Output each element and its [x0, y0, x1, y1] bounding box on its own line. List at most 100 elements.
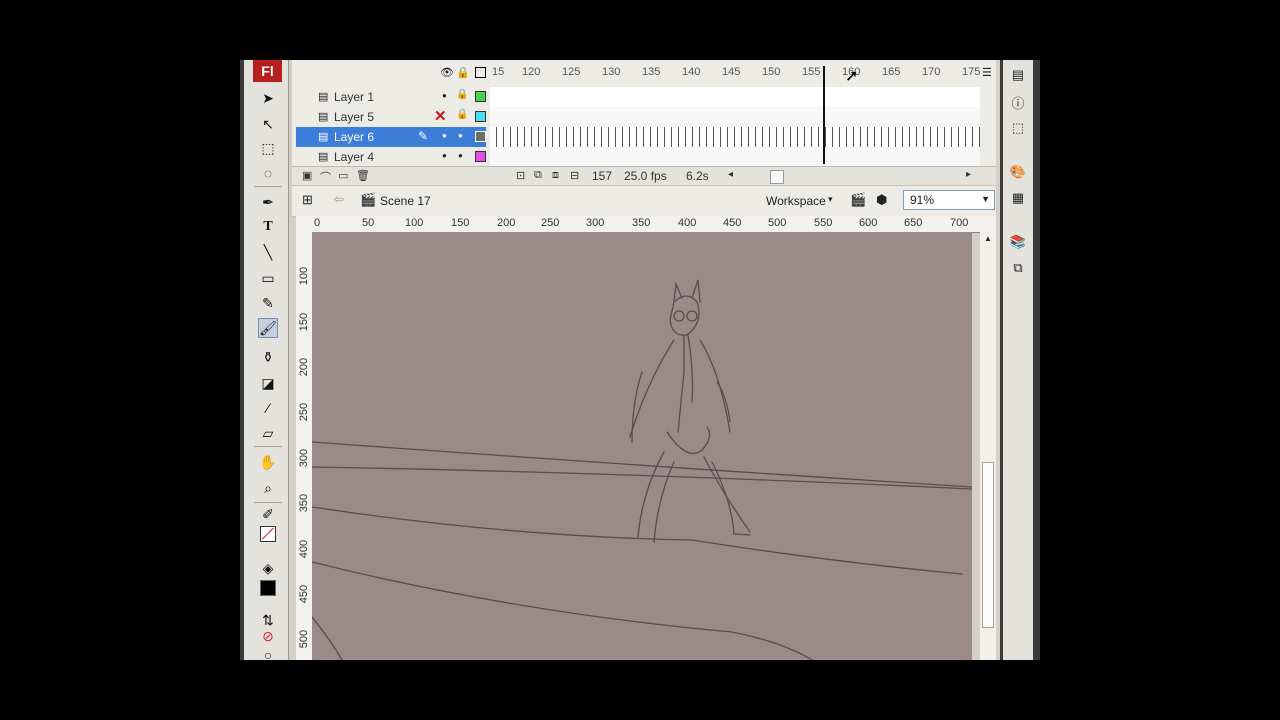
layer-row[interactable]: ▤ Layer 4 ● ●: [292, 147, 996, 168]
edit-multiple-icon[interactable]: ⊟: [570, 169, 579, 182]
edit-scene-icon[interactable]: 🎬: [850, 192, 866, 208]
stroke-color-icon[interactable]: ✐: [258, 504, 278, 524]
stage-vertical-scrollbar[interactable]: ▲: [980, 232, 996, 660]
stroke-swatch-icon[interactable]: [258, 524, 278, 544]
frame-track[interactable]: [490, 147, 980, 168]
brush-tool-icon[interactable]: 🖌: [258, 318, 278, 338]
layer-name[interactable]: Layer 4: [334, 150, 374, 164]
motion-guide-icon[interactable]: ⌒: [320, 169, 331, 185]
layer-row-selected[interactable]: ▤ Layer 6 ✎ ● ●: [292, 127, 996, 148]
color-palette-icon[interactable]: 🎨: [1009, 163, 1027, 181]
outline-icon[interactable]: [475, 67, 486, 78]
components-icon[interactable]: ⧉: [1009, 259, 1027, 277]
horizontal-ruler: 0 50 100 150 200 250 300 350 400 450 500…: [312, 216, 996, 233]
lock-icon[interactable]: 🔒: [456, 109, 468, 120]
edit-symbols-icon[interactable]: ⬢: [876, 192, 887, 208]
stage-scroll-thumb[interactable]: [982, 462, 994, 628]
zoom-tool-icon[interactable]: ⌕: [258, 478, 278, 498]
hidden-x-icon[interactable]: ✕: [434, 107, 447, 125]
onion-outline-icon[interactable]: ⧈: [552, 169, 559, 182]
properties-icon[interactable]: ▤: [1009, 66, 1027, 84]
eyedropper-tool-icon[interactable]: ⁄: [258, 398, 278, 418]
scene-label[interactable]: Scene 17: [380, 194, 431, 208]
fill-swatch-icon[interactable]: [258, 578, 278, 598]
frame-track[interactable]: [490, 107, 980, 128]
ruler-number: 650: [904, 217, 923, 229]
scroll-right-icon[interactable]: ▸: [966, 169, 971, 180]
timeline-toggle-icon[interactable]: ⊞: [302, 192, 313, 208]
back-arrow-icon[interactable]: ⇦: [334, 192, 344, 206]
zoom-select[interactable]: 91% ▼: [903, 190, 995, 210]
scroll-left-icon[interactable]: ◂: [728, 169, 733, 180]
scroll-up-icon[interactable]: ▲: [984, 234, 992, 243]
frame-number: 130: [602, 66, 621, 78]
sketch-drawing: [312, 279, 972, 660]
fill-color-icon[interactable]: ◈: [258, 558, 278, 578]
chevron-down-icon: ▼: [981, 194, 990, 204]
lasso-tool-icon[interactable]: ◌: [258, 163, 278, 183]
outline-color-icon[interactable]: [475, 151, 486, 162]
new-layer-icon[interactable]: ▣: [302, 169, 312, 182]
outline-color-icon[interactable]: [475, 131, 486, 142]
ink-bottle-tool-icon[interactable]: ⚱: [258, 347, 278, 367]
lock-dot-icon[interactable]: ●: [458, 151, 463, 160]
delete-layer-icon[interactable]: 🗑: [356, 169, 370, 182]
library-icon[interactable]: 📚: [1009, 233, 1027, 251]
no-color-icon[interactable]: ⊘: [258, 626, 278, 646]
layer-icon: ▤: [318, 111, 329, 123]
frame-track[interactable]: [490, 87, 980, 108]
tools-divider: [254, 186, 282, 187]
playhead[interactable]: [823, 66, 825, 164]
ruler-number: 250: [298, 402, 310, 422]
workspace-menu[interactable]: Workspace: [766, 194, 826, 208]
layer-row[interactable]: ▤ Layer 5 ✕ 🔒: [292, 107, 996, 128]
transform-icon[interactable]: ⬚: [1009, 119, 1027, 137]
frame-number: 170: [922, 66, 941, 78]
center-frame-icon[interactable]: ⊡: [516, 169, 525, 182]
visibility-dot-icon[interactable]: ●: [442, 131, 447, 140]
visibility-dot-icon[interactable]: ●: [442, 151, 447, 160]
hand-tool-icon[interactable]: ✋: [258, 452, 278, 472]
frame-track[interactable]: [490, 127, 980, 148]
ruler-number: 150: [298, 312, 310, 332]
outline-color-icon[interactable]: [475, 91, 486, 102]
layer-name[interactable]: Layer 6: [334, 130, 374, 144]
paint-bucket-tool-icon[interactable]: ◪: [258, 373, 278, 393]
selection-tool-icon[interactable]: ➤: [258, 88, 278, 108]
stage-canvas[interactable]: [312, 232, 972, 660]
ruler-number: 500: [768, 217, 787, 229]
outline-color-icon[interactable]: [475, 111, 486, 122]
ruler-number: 450: [723, 217, 742, 229]
frame-number: 145: [722, 66, 741, 78]
line-tool-icon[interactable]: ╲: [258, 242, 278, 262]
timeline-menu-icon[interactable]: ☰: [982, 66, 992, 79]
ruler-number: 700: [950, 217, 969, 229]
lock-dot-icon[interactable]: ●: [458, 131, 463, 140]
timeline-scroll-thumb[interactable]: [770, 170, 784, 184]
ruler-number: 550: [814, 217, 833, 229]
layer-icon: ▤: [318, 91, 329, 103]
free-transform-tool-icon[interactable]: ⬚: [258, 138, 278, 158]
lock-icon[interactable]: 🔒: [456, 66, 470, 79]
snap-option-icon[interactable]: ○: [258, 645, 278, 665]
flash-logo: Fl: [253, 60, 282, 82]
new-folder-icon[interactable]: ▭: [338, 169, 348, 182]
subselection-tool-icon[interactable]: ↖: [258, 114, 278, 134]
right-panel-dock: ▤ ⓘ ⬚ 🎨 ▦ 📚 ⧉: [1000, 60, 1040, 660]
layer-row[interactable]: ▤ Layer 1 ● 🔒: [292, 87, 996, 108]
eye-icon[interactable]: 👁: [440, 66, 454, 79]
text-tool-icon[interactable]: T: [258, 217, 278, 237]
layer-name[interactable]: Layer 1: [334, 90, 374, 104]
lock-icon[interactable]: 🔒: [456, 89, 468, 100]
ruler-number: 350: [298, 493, 310, 513]
eraser-tool-icon[interactable]: ▱: [258, 423, 278, 443]
pencil-tool-icon[interactable]: ✎: [258, 293, 278, 313]
onion-skin-icon[interactable]: ⧉: [534, 169, 542, 182]
layer-name[interactable]: Layer 5: [334, 110, 374, 124]
visibility-dot-icon[interactable]: ●: [442, 91, 447, 100]
rectangle-tool-icon[interactable]: ▭: [258, 268, 278, 288]
pen-tool-icon[interactable]: ✒: [258, 192, 278, 212]
frame-number: 155: [802, 66, 821, 78]
info-icon[interactable]: ⓘ: [1009, 93, 1027, 111]
swatches-icon[interactable]: ▦: [1009, 189, 1027, 207]
